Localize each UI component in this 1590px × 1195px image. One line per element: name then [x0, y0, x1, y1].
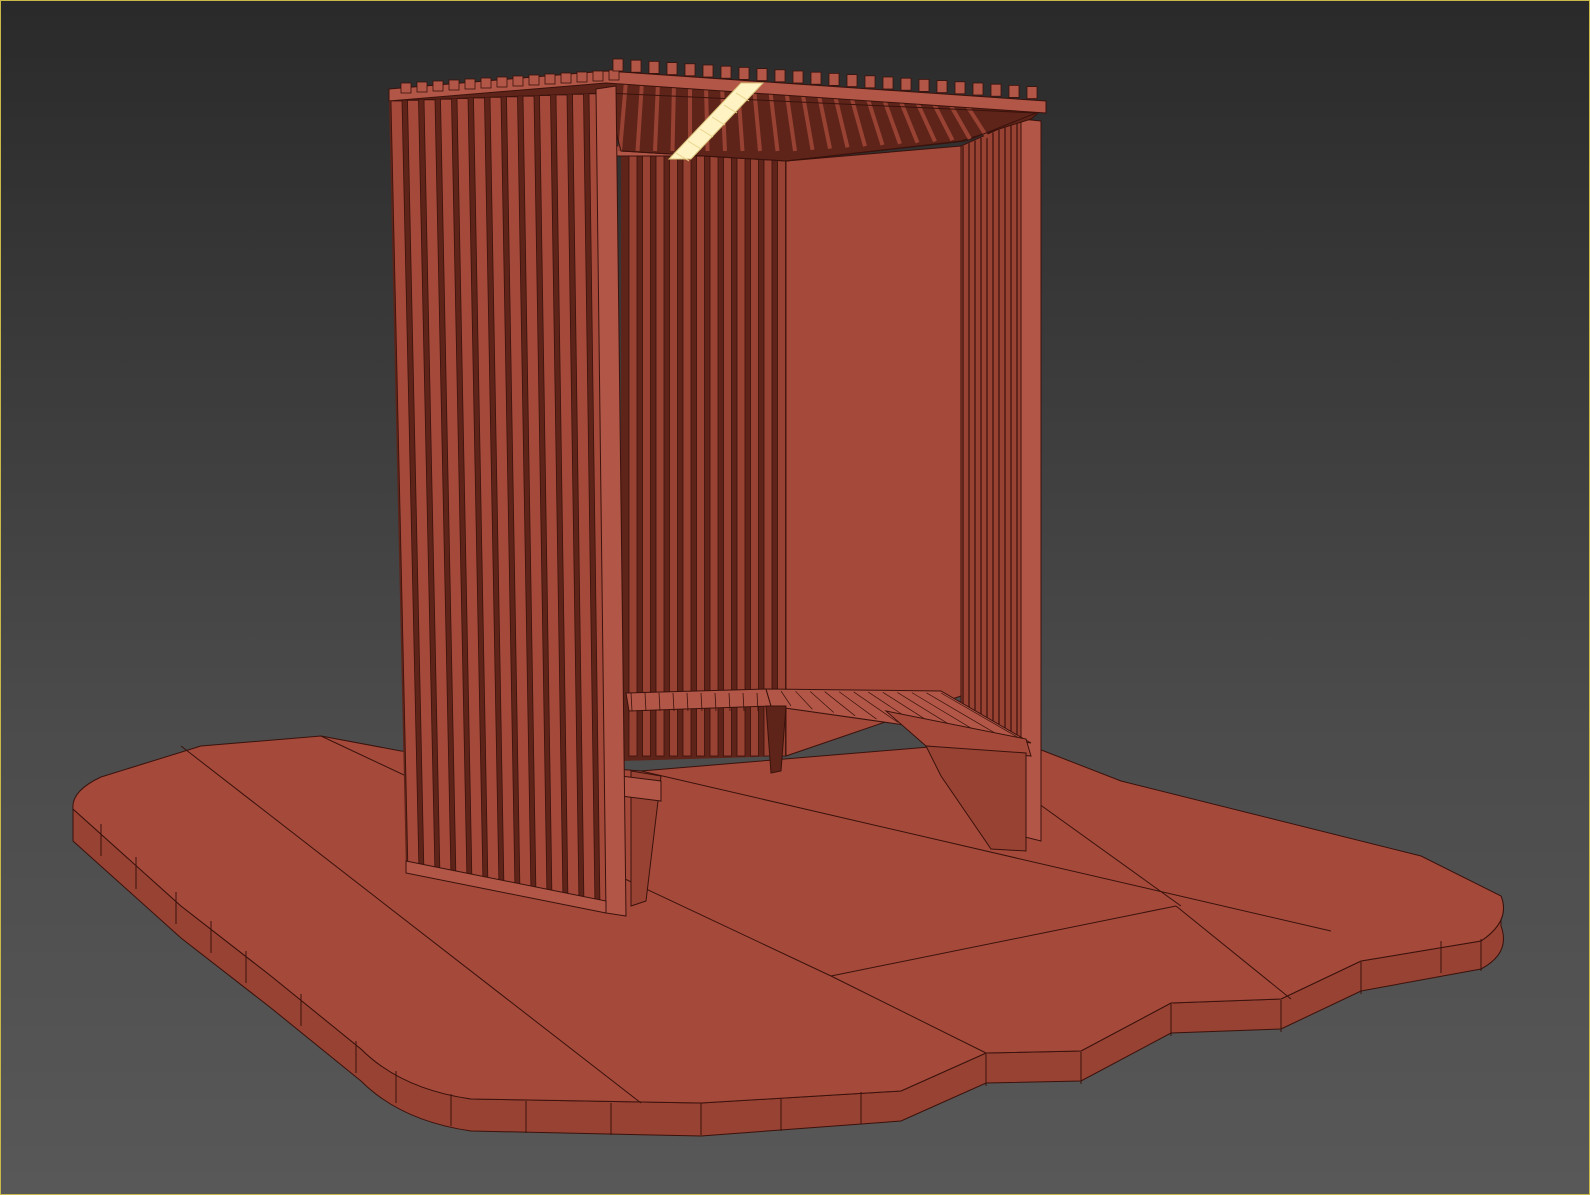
roof-slat-end: [702, 64, 714, 78]
rear-slat: [736, 155, 746, 757]
roof-slat-end: [828, 73, 840, 86]
rear-slat: [642, 155, 651, 757]
roof-slat-end: [464, 78, 476, 90]
rear-slat: [709, 155, 719, 757]
back-panel-face: [785, 145, 962, 757]
rear-slat: [628, 155, 638, 757]
roof-slat-end: [972, 82, 984, 96]
roof-slat-end: [666, 62, 678, 75]
roof-slat-end: [720, 65, 732, 79]
roof-slat-end: [648, 61, 660, 74]
rear-slat: [723, 155, 732, 757]
bench-seat-left: [620, 775, 662, 802]
roof-slat-end: [416, 81, 428, 93]
roof-slat-end: [774, 69, 786, 83]
roof-slat-end: [792, 70, 804, 84]
scene-canvas[interactable]: [1, 1, 1590, 1195]
roof-slat-end: [738, 67, 750, 80]
roof-slat: [670, 83, 676, 152]
rear-slat: [669, 155, 678, 757]
roof-slat-end: [756, 68, 768, 81]
roof-slat-end: [954, 81, 966, 95]
roof-slat-end: [936, 80, 948, 93]
viewport[interactable]: [0, 0, 1590, 1195]
roof-slat-end: [1008, 85, 1020, 98]
roof-slat-end: [528, 74, 540, 86]
roof-slat-end: [496, 76, 508, 88]
rear-slat: [655, 155, 665, 757]
rear-slat: [696, 155, 705, 757]
roof-slat-end: [1026, 86, 1038, 99]
front-slat-panel[interactable]: [389, 85, 627, 917]
roof-slat-end: [864, 75, 876, 89]
side-post: [1020, 118, 1042, 842]
roof-slat-end: [544, 73, 556, 85]
roof-slat-end: [592, 70, 604, 82]
roof-slat-end: [560, 72, 572, 84]
roof-slat-end: [918, 79, 930, 92]
rear-slat: [777, 155, 786, 757]
rear-slat: [682, 155, 692, 757]
roof-slat-end: [612, 58, 624, 72]
roof-slat-end: [448, 79, 460, 91]
roof-slat-end: [576, 71, 588, 83]
roof-slat-end: [608, 69, 620, 81]
roof-slat-end: [882, 76, 894, 90]
roof-slat-end: [432, 80, 444, 92]
rear-slat: [763, 155, 773, 757]
roof-slat-end: [480, 77, 492, 89]
roof-slat-end: [684, 63, 696, 77]
roof-slat-end: [900, 77, 912, 91]
roof-slat-end: [400, 82, 412, 94]
roof-slat-end: [810, 71, 822, 85]
rear-slat: [750, 155, 759, 757]
roof-slat-end: [990, 83, 1002, 97]
roof-slat-end: [630, 59, 642, 73]
roof-slat-end: [846, 74, 858, 87]
roof-slat-end: [512, 75, 524, 87]
